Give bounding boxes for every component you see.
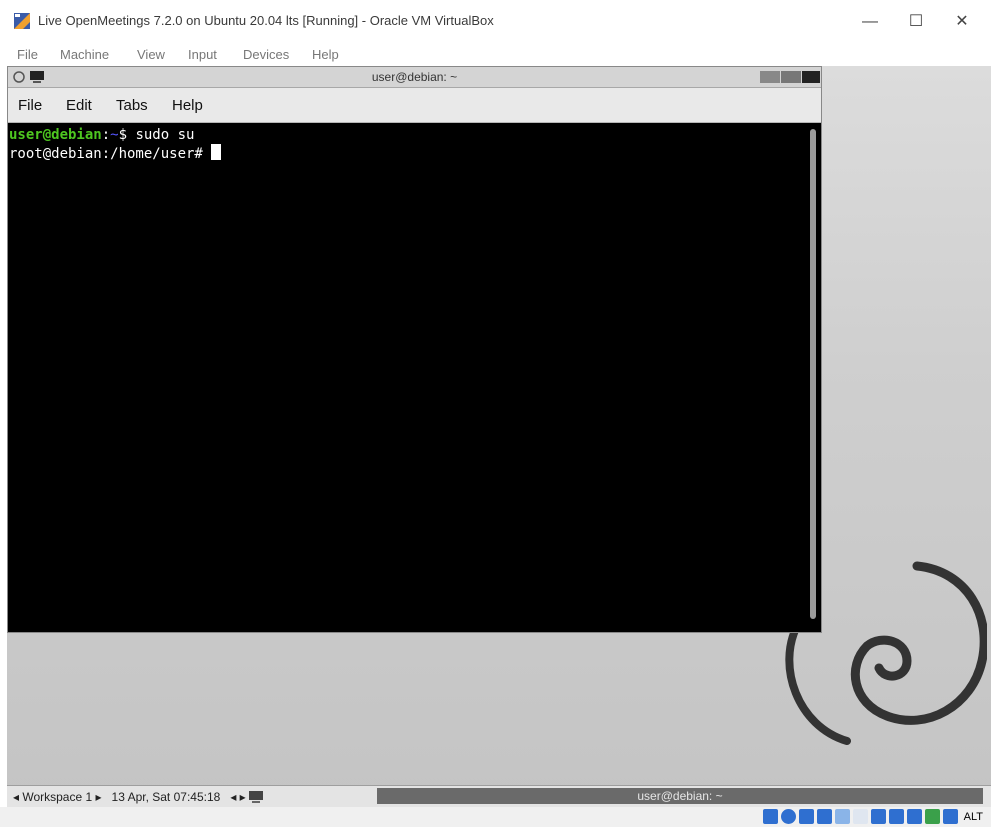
maximize-window-button[interactable] xyxy=(781,71,801,83)
video-capture-icon[interactable] xyxy=(888,809,904,824)
close-window-button[interactable] xyxy=(802,71,820,83)
terminal-title: user@debian: ~ xyxy=(371,70,458,84)
taskbar-left: ◂ Workspace 1 ▸ 13 Apr, Sat 07:45:18 ◂ ▸ xyxy=(13,790,264,804)
guest-taskbar: ◂ Workspace 1 ▸ 13 Apr, Sat 07:45:18 ◂ ▸… xyxy=(7,785,991,807)
terminal-window[interactable]: user@debian: ~ File Edit Tabs Help user@… xyxy=(7,66,822,633)
terminal-menu-edit[interactable]: Edit xyxy=(66,97,92,114)
mouse-integration-icon[interactable] xyxy=(924,809,940,824)
terminal-menubar: File Edit Tabs Help xyxy=(8,88,821,123)
prompt-colon: : xyxy=(101,127,111,143)
terminal-output[interactable]: user@debian:~$ sudo su root@debian:/home… xyxy=(8,123,805,632)
text-cursor xyxy=(211,144,222,160)
host-key-label: ALT xyxy=(963,810,983,823)
taskbar-arrows[interactable]: ◂ ▸ xyxy=(230,790,245,804)
command-text: $ sudo su xyxy=(118,127,195,143)
host-titlebar: Live OpenMeetings 7.2.0 on Ubuntu 20.04 … xyxy=(0,0,991,44)
menu-devices[interactable]: Devices xyxy=(243,47,289,62)
menu-help[interactable]: Help xyxy=(312,47,339,62)
network-icon[interactable] xyxy=(816,809,832,824)
audio-icon[interactable] xyxy=(798,809,814,824)
terminal-line: user@debian:~$ sudo su xyxy=(9,127,805,144)
host-menubar: File Machine View Input Devices Help xyxy=(0,44,991,66)
minimize-window-button[interactable] xyxy=(760,71,780,83)
terminal-launcher-icon[interactable] xyxy=(249,791,264,803)
status-icons: ALT xyxy=(762,809,983,824)
close-button[interactable]: ✕ xyxy=(939,6,985,38)
prompt-path: ~ xyxy=(110,127,119,143)
scrollbar-thumb[interactable] xyxy=(810,129,816,619)
display-icon[interactable] xyxy=(870,809,886,824)
vbox-statusbar: ALT xyxy=(0,807,991,827)
minimize-button[interactable]: — xyxy=(847,6,893,38)
root-prompt: root@debian:/home/user# xyxy=(9,146,212,162)
menu-file[interactable]: File xyxy=(17,47,38,62)
terminal-titlebar[interactable]: user@debian: ~ xyxy=(8,67,821,88)
keyboard-capture-icon[interactable] xyxy=(942,809,958,824)
workspace-switcher[interactable]: ◂ Workspace 1 ▸ xyxy=(13,790,102,804)
window-title: Live OpenMeetings 7.2.0 on Ubuntu 20.04 … xyxy=(38,13,494,28)
guest-desktop[interactable]: user@debian: ~ File Edit Tabs Help user@… xyxy=(7,66,991,807)
menu-view[interactable]: View xyxy=(137,47,165,62)
hard-disk-icon[interactable] xyxy=(762,809,778,824)
virtualization-icon[interactable] xyxy=(906,809,922,824)
terminal-menu-tabs[interactable]: Tabs xyxy=(116,97,148,114)
virtualbox-app-icon xyxy=(14,13,30,29)
menu-input[interactable]: Input xyxy=(188,47,217,62)
terminal-menu-help[interactable]: Help xyxy=(172,97,203,114)
prompt-user-host: user@debian xyxy=(9,127,102,143)
terminal-menu-file[interactable]: File xyxy=(18,97,42,114)
taskbar-window-button[interactable]: user@debian: ~ xyxy=(377,788,983,804)
optical-drive-icon[interactable] xyxy=(780,809,796,824)
shared-folders-icon[interactable] xyxy=(852,809,868,824)
terminal-line: root@debian:/home/user# xyxy=(9,144,805,163)
menu-machine[interactable]: Machine xyxy=(60,47,109,62)
maximize-button[interactable]: ☐ xyxy=(893,6,939,38)
clock[interactable]: 13 Apr, Sat 07:45:18 xyxy=(112,790,221,804)
terminal-scrollbar[interactable] xyxy=(805,123,821,632)
usb-icon[interactable] xyxy=(834,809,850,824)
